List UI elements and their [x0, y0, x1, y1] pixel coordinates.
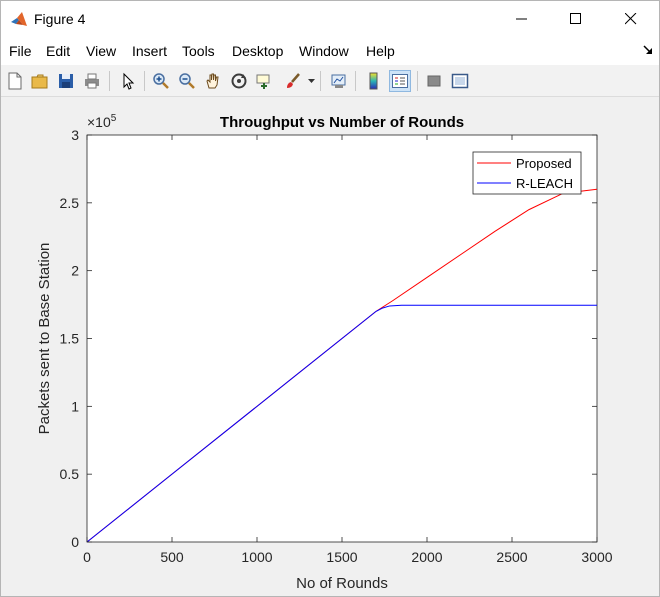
- y-exponent-base: ×10: [87, 114, 111, 130]
- toolbar-separator: [144, 71, 145, 91]
- hide-plot-tools-button[interactable]: [423, 70, 445, 92]
- menu-window[interactable]: Window: [299, 43, 349, 59]
- menu-file[interactable]: File: [9, 43, 32, 59]
- pointer-icon: [123, 72, 135, 90]
- link-plot-icon: [331, 74, 346, 88]
- brush-icon: [287, 73, 300, 88]
- new-figure-button[interactable]: [4, 70, 26, 92]
- y-exponent-label: ×105: [87, 113, 117, 130]
- x-tick-label: 2000: [411, 549, 442, 565]
- link-plot-button[interactable]: [328, 70, 350, 92]
- save-button[interactable]: [55, 70, 77, 92]
- zoom-out-icon: [179, 73, 195, 89]
- legend-label: Proposed: [516, 156, 572, 171]
- data-cursor-button[interactable]: [254, 70, 276, 92]
- data-cursor-icon: [256, 74, 270, 89]
- chart-title: Throughput vs Number of Rounds: [220, 114, 464, 131]
- pan-button[interactable]: [202, 70, 224, 92]
- rotate-3d-button[interactable]: [228, 70, 250, 92]
- zoom-in-icon: [153, 73, 169, 89]
- zoom-in-button[interactable]: [150, 70, 172, 92]
- insert-colorbar-icon: [369, 72, 378, 90]
- dock-arrow-icon[interactable]: [643, 45, 653, 55]
- toolbar-separator: [320, 71, 321, 91]
- maximize-icon: [570, 13, 581, 24]
- x-tick-label: 3000: [581, 549, 612, 565]
- insert-legend-icon: [392, 74, 408, 88]
- print-button[interactable]: [81, 70, 103, 92]
- print-icon: [85, 73, 99, 89]
- rotate-3d-icon: [231, 73, 247, 89]
- save-icon: [59, 74, 73, 88]
- figure-window: Figure 4 File Edit View Insert Tools Des…: [0, 0, 660, 597]
- y-tick-label: 1.5: [60, 331, 80, 347]
- menu-help[interactable]: Help: [366, 43, 395, 59]
- toolbar-separator: [355, 71, 356, 91]
- x-tick-label: 500: [160, 549, 184, 565]
- matlab-icon: [11, 12, 27, 26]
- title-bar: Figure 4: [1, 1, 659, 39]
- hide-plot-tools-icon: [427, 75, 441, 87]
- open-file-button[interactable]: [29, 70, 51, 92]
- legend-label: R-LEACH: [516, 176, 573, 191]
- open-file-icon: [31, 74, 48, 89]
- menu-view[interactable]: View: [86, 43, 116, 59]
- show-plot-tools-button[interactable]: [449, 70, 471, 92]
- x-tick-label: 0: [83, 549, 91, 565]
- figure-canvas[interactable]: 0 500 1000 1500 2000 2500 3000 0 0.5 1 1.5 2 2.5 3 Th…: [1, 98, 659, 596]
- y-exponent-power: 5: [111, 113, 117, 124]
- x-tick-label: 1000: [241, 549, 272, 565]
- line-chart[interactable]: 0 500 1000 1500 2000 2500 3000 0 0.5 1 1.5 2 2.5 3 Th…: [1, 98, 659, 596]
- y-tick-label: 2: [71, 263, 79, 279]
- toolbar-separator: [417, 71, 418, 91]
- y-tick-label: 1: [71, 398, 79, 414]
- menu-bar: File Edit View Insert Tools Desktop Wind…: [1, 39, 659, 65]
- close-icon: [625, 13, 637, 25]
- new-figure-icon: [8, 72, 22, 90]
- toolbar-separator: [109, 71, 110, 91]
- brush-dropdown-icon[interactable]: [308, 79, 315, 84]
- close-button[interactable]: [608, 1, 654, 37]
- menu-edit[interactable]: Edit: [46, 43, 70, 59]
- menu-insert[interactable]: Insert: [132, 43, 167, 59]
- show-plot-tools-icon: [451, 73, 469, 89]
- y-tick-label: 0.5: [60, 466, 80, 482]
- minimize-button[interactable]: [499, 1, 545, 37]
- insert-colorbar-button[interactable]: [363, 70, 385, 92]
- x-axis-label: No of Rounds: [296, 575, 388, 592]
- pointer-button[interactable]: [117, 70, 139, 92]
- insert-legend-button[interactable]: [389, 70, 411, 92]
- y-tick-label: 3: [71, 127, 79, 143]
- menu-desktop[interactable]: Desktop: [232, 43, 283, 59]
- y-tick-label: 2.5: [60, 195, 80, 211]
- y-tick-label: 0: [71, 534, 79, 550]
- x-tick-label: 2500: [496, 549, 527, 565]
- maximize-button[interactable]: [553, 1, 599, 37]
- minimize-icon: [516, 18, 527, 20]
- zoom-out-button[interactable]: [176, 70, 198, 92]
- brush-button[interactable]: [282, 70, 304, 92]
- x-tick-label: 1500: [326, 549, 357, 565]
- menu-tools[interactable]: Tools: [182, 43, 215, 59]
- figure-toolbar: [1, 65, 659, 97]
- y-axis-label: Packets sent to Base Station: [36, 243, 53, 435]
- pan-hand-icon: [206, 73, 219, 89]
- window-title: Figure 4: [34, 11, 86, 27]
